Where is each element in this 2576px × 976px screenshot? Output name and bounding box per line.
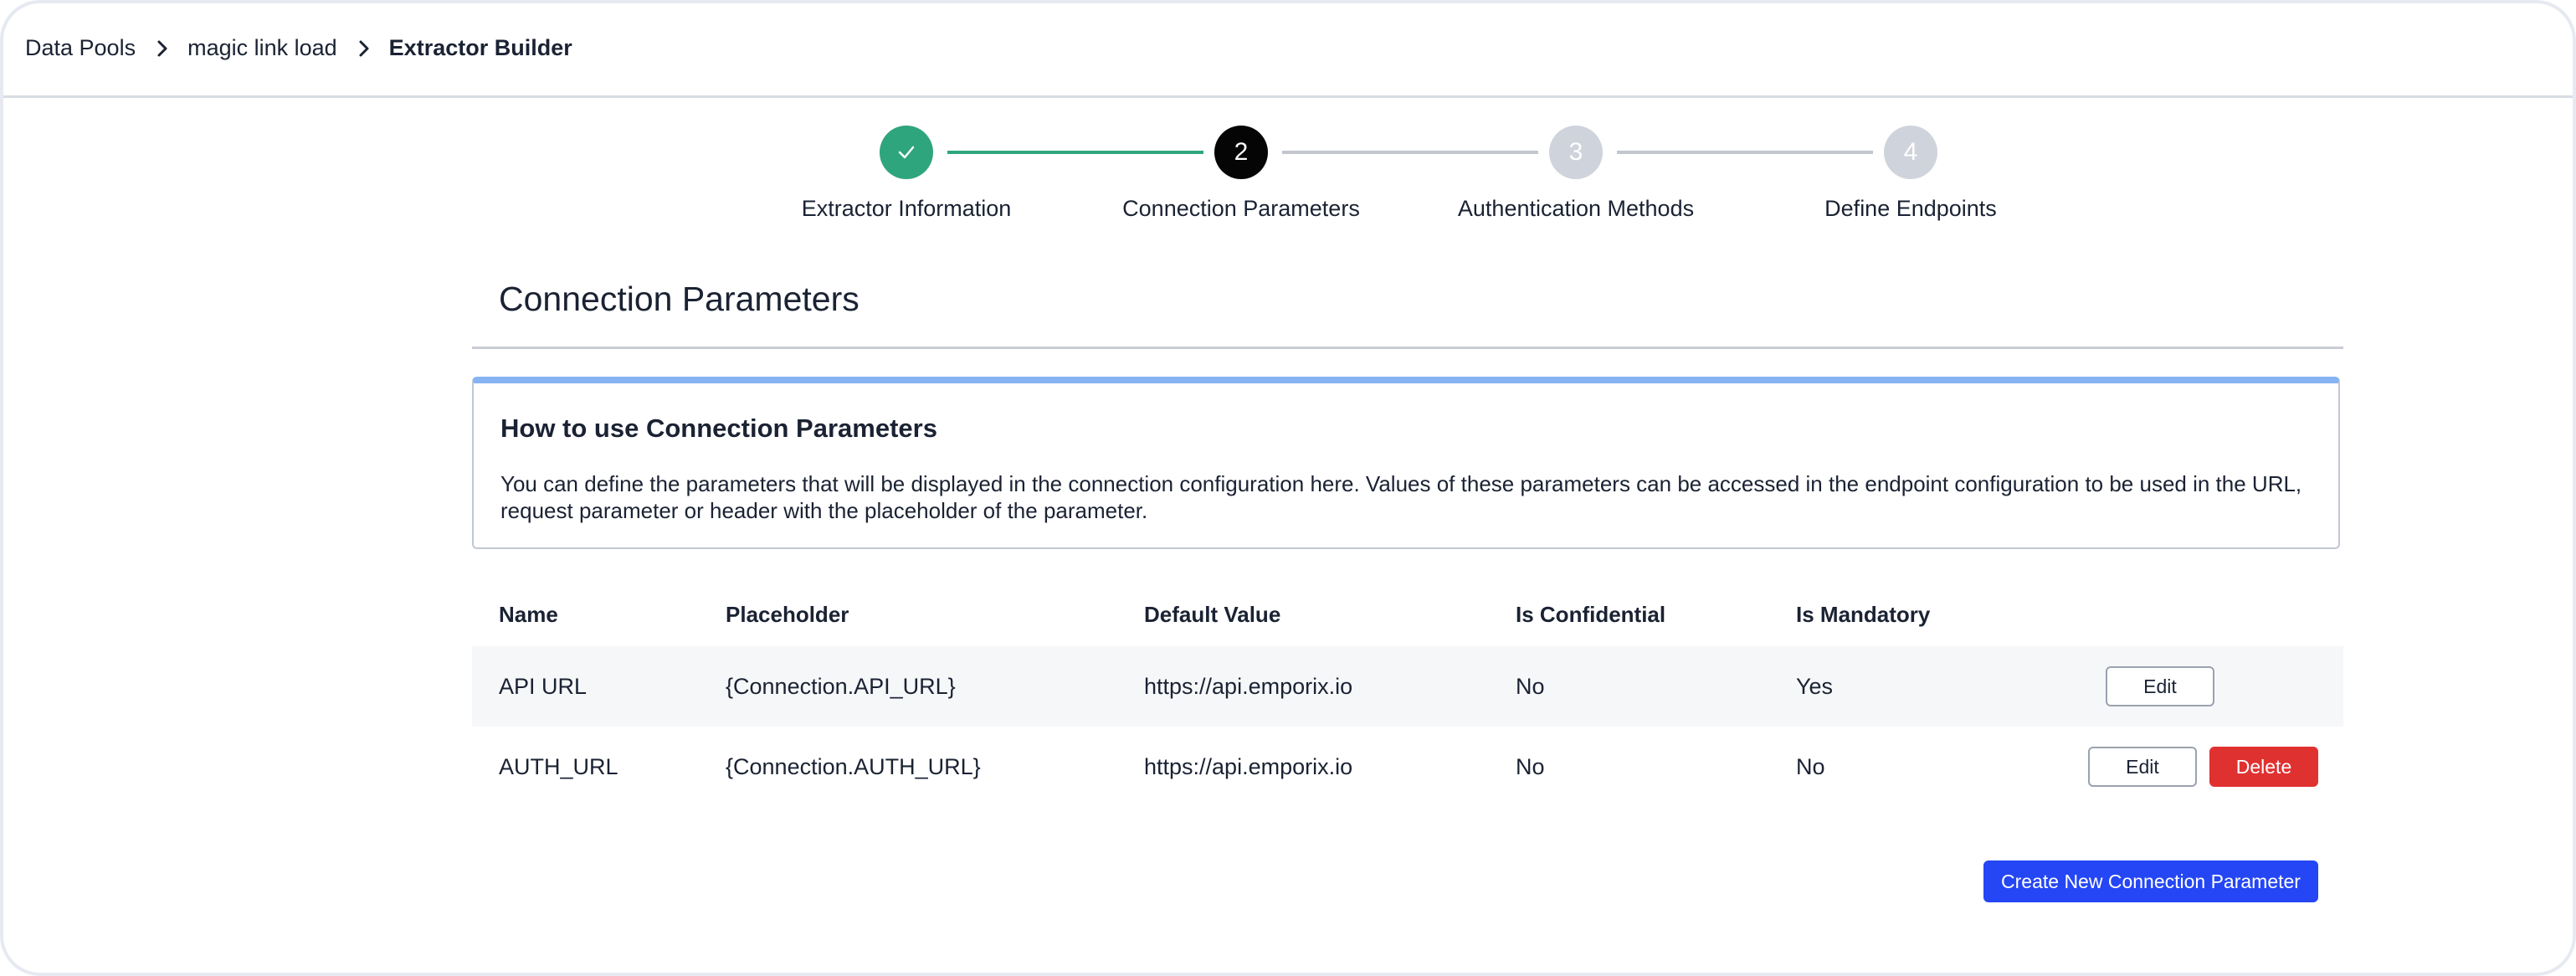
cell-is-mandatory: No — [1796, 754, 1825, 779]
chevron-right-icon — [156, 39, 169, 59]
step-3-label: Authentication Methods — [1457, 196, 1695, 221]
info-panel-title: How to use Connection Parameters — [500, 414, 937, 443]
cell-name: AUTH_URL — [499, 754, 618, 779]
step-connector-2 — [1282, 151, 1538, 154]
step-2-label: Connection Parameters — [1122, 196, 1360, 221]
column-header-is-mandatory: Is Mandatory — [1796, 602, 1931, 627]
step-4-label: Define Endpoints — [1824, 196, 1997, 221]
step-1-label: Extractor Information — [801, 196, 1012, 221]
check-icon — [897, 145, 916, 160]
page-title: Connection Parameters — [499, 280, 860, 318]
section-divider — [472, 347, 2343, 349]
header-bar: Data Pools magic link load Extractor Bui… — [3, 3, 2573, 98]
table-row: AUTH_URL {Connection.AUTH_URL} https://a… — [472, 727, 2343, 807]
step-connector-3 — [1617, 151, 1873, 154]
cell-name: API URL — [499, 674, 588, 699]
step-connector-1 — [947, 151, 1203, 154]
cell-placeholder: {Connection.AUTH_URL} — [726, 754, 981, 779]
app-window: Data Pools magic link load Extractor Bui… — [0, 0, 2576, 976]
cell-default-value: https://api.emporix.io — [1144, 674, 1353, 699]
cell-placeholder: {Connection.API_URL} — [726, 674, 956, 699]
column-header-is-confidential: Is Confidential — [1516, 602, 1666, 627]
step-2-number: 2 — [1234, 138, 1249, 166]
cell-is-confidential: No — [1516, 674, 1545, 699]
chevron-right-icon — [357, 39, 371, 59]
step-4-number: 4 — [1903, 138, 1918, 166]
cell-is-confidential: No — [1516, 754, 1545, 779]
step-1-circle[interactable] — [880, 126, 933, 179]
info-panel-text: You can define the parameters that will … — [500, 471, 2302, 523]
breadcrumb-item-data-pools[interactable]: Data Pools — [25, 35, 136, 61]
delete-button[interactable]: Delete — [2209, 747, 2318, 787]
breadcrumb-item-extractor-builder: Extractor Builder — [388, 35, 572, 60]
breadcrumb: Data Pools magic link load Extractor Bui… — [25, 35, 572, 61]
column-header-default-value: Default Value — [1144, 602, 1281, 627]
create-connection-parameter-button[interactable]: Create New Connection Parameter — [1983, 860, 2318, 902]
column-header-placeholder: Placeholder — [726, 602, 849, 627]
cell-is-mandatory: Yes — [1796, 674, 1834, 699]
step-3-circle[interactable]: 3 — [1549, 126, 1603, 179]
edit-button[interactable]: Edit — [2106, 666, 2214, 706]
step-4-circle[interactable]: 4 — [1884, 126, 1937, 179]
cell-default-value: https://api.emporix.io — [1144, 754, 1353, 779]
column-header-name: Name — [499, 602, 558, 627]
step-2-circle[interactable]: 2 — [1214, 126, 1268, 179]
table-row: API URL {Connection.API_URL} https://api… — [472, 646, 2343, 727]
edit-button[interactable]: Edit — [2088, 747, 2197, 787]
info-panel: How to use Connection Parameters You can… — [472, 377, 2340, 549]
breadcrumb-item-magic-link-load[interactable]: magic link load — [187, 35, 337, 61]
step-3-number: 3 — [1568, 138, 1583, 166]
